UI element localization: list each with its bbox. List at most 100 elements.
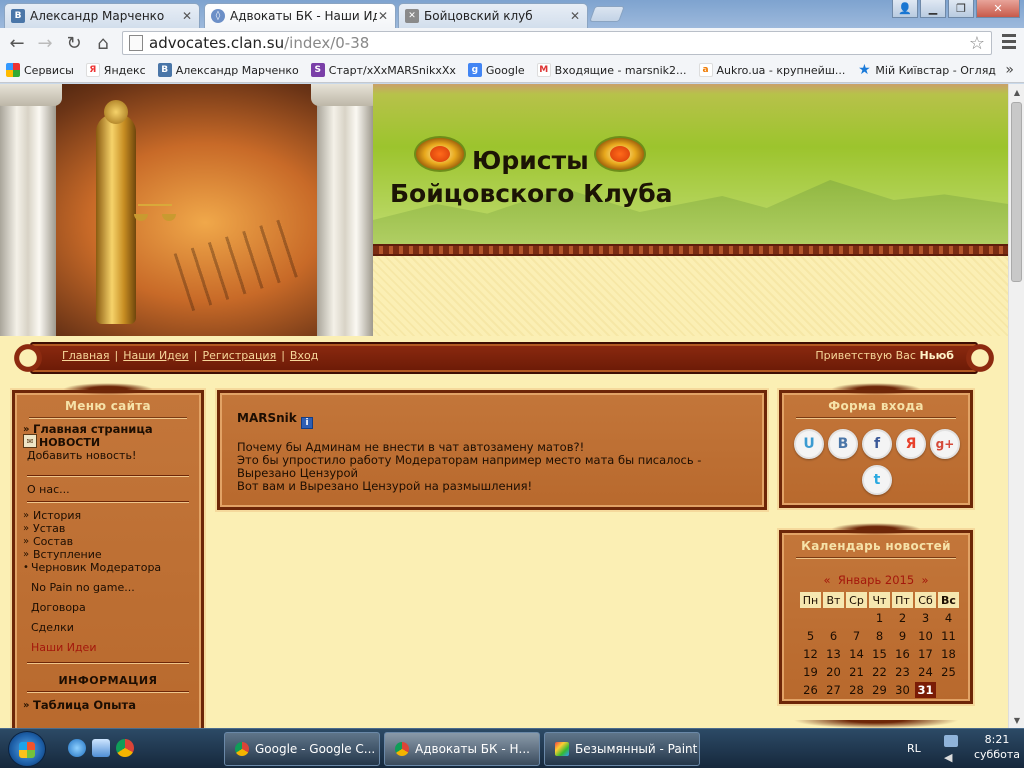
internet-explorer-icon[interactable] — [68, 739, 86, 757]
language-indicator[interactable]: RL — [907, 742, 921, 755]
bookmark-kyivstar[interactable]: ★ Мій Київстар - Огляд — [857, 62, 996, 78]
tab-advocates[interactable]: ◊ Адвокаты БК - Наши Идеи ✕ — [204, 3, 396, 28]
bookmark-star-icon[interactable]: ☆ — [969, 33, 985, 54]
bookmark-apps[interactable]: Сервисы — [6, 63, 74, 77]
post-author[interactable]: MARSnik — [237, 411, 297, 425]
user-icon[interactable]: 👤 — [892, 0, 918, 18]
more-bookmarks-button[interactable]: » — [1005, 62, 1014, 78]
taskbar-item-google[interactable]: Google - Google C... — [224, 732, 380, 766]
bookmark-vk[interactable]: В Александр Марченко — [157, 63, 299, 77]
calendar-day[interactable]: 9 — [892, 628, 913, 644]
menu-item-home[interactable]: » Главная страница — [21, 423, 195, 436]
calendar-day[interactable]: 23 — [892, 664, 913, 680]
chrome-icon[interactable] — [116, 739, 134, 757]
menu-item-contracts[interactable]: Договора — [21, 601, 195, 614]
nav-link-login[interactable]: Вход — [290, 349, 318, 362]
menu-item-moderator-draft[interactable]: • Черновик Модератора — [21, 561, 195, 574]
calendar-day[interactable]: 12 — [800, 646, 821, 662]
calendar-day[interactable]: 29 — [869, 682, 890, 698]
calendar-day[interactable]: 7 — [846, 628, 867, 644]
calendar-day[interactable]: 11 — [938, 628, 959, 644]
calendar-day[interactable]: 31 — [915, 682, 936, 698]
ucoz-login-icon[interactable]: U — [794, 429, 824, 459]
calendar-day[interactable]: 1 — [869, 610, 890, 626]
menu-item-news[interactable]: ✉ НОВОСТИ — [21, 434, 195, 449]
new-tab-button[interactable] — [589, 6, 625, 22]
menu-item-no-pain[interactable]: No Pain no game... — [21, 581, 195, 594]
scroll-up-icon[interactable]: ▲ — [1009, 84, 1024, 100]
twitter-login-icon[interactable]: t — [862, 465, 892, 495]
calendar-day[interactable]: 3 — [915, 610, 936, 626]
calendar-day[interactable]: 13 — [823, 646, 844, 662]
calendar-day[interactable]: 5 — [800, 628, 821, 644]
nav-link-ideas[interactable]: Наши Идеи — [123, 349, 188, 362]
tab-vk[interactable]: В Александр Марченко ✕ — [4, 3, 200, 28]
close-window-button[interactable]: ✕ — [976, 0, 1020, 18]
nav-link-home[interactable]: Главная — [62, 349, 110, 362]
calendar-day[interactable]: 25 — [938, 664, 959, 680]
bookmark-aukro[interactable]: a Aukro.ua - крупнейш... — [698, 63, 845, 77]
menu-item-our-ideas[interactable]: Наши Идеи — [21, 641, 195, 654]
calendar-day[interactable]: 10 — [915, 628, 936, 644]
bookmark-google[interactable]: g Google — [467, 63, 525, 77]
minimize-button[interactable]: ▁ — [920, 0, 946, 18]
home-button[interactable]: ⌂ — [92, 32, 114, 54]
explorer-icon[interactable] — [92, 739, 110, 757]
close-tab-icon[interactable]: ✕ — [377, 9, 389, 23]
taskbar-item-advocates[interactable]: Адвокаты БК - Н... — [384, 732, 540, 766]
page-scrollbar[interactable]: ▲ ▼ — [1008, 84, 1024, 728]
prev-month-button[interactable]: « — [823, 573, 830, 587]
menu-item-exp-table[interactable]: » Таблица Опыта — [21, 699, 195, 712]
start-button[interactable] — [8, 731, 46, 767]
menu-item-history[interactable]: » История — [21, 509, 195, 522]
nav-link-register[interactable]: Регистрация — [202, 349, 276, 362]
scroll-down-icon[interactable]: ▼ — [1009, 712, 1024, 728]
menu-item-add-news[interactable]: Добавить новость! — [21, 449, 195, 462]
menu-item-joining[interactable]: » Вступление — [21, 548, 195, 561]
reload-button[interactable]: ↻ — [63, 32, 85, 54]
calendar-day[interactable]: 4 — [938, 610, 959, 626]
scrollbar-thumb[interactable] — [1011, 102, 1022, 282]
calendar-day[interactable]: 16 — [892, 646, 913, 662]
menu-item-roster[interactable]: » Состав — [21, 535, 195, 548]
address-bar[interactable]: advocates.clan.su/index/0-38 ☆ — [122, 31, 992, 55]
user-info-icon[interactable]: i — [301, 417, 313, 429]
calendar-day[interactable]: 27 — [823, 682, 844, 698]
calendar-day[interactable]: 28 — [846, 682, 867, 698]
bookmark-gmail[interactable]: M Входящие - marsnik2... — [536, 63, 687, 77]
bookmark-start[interactable]: S Старт/хХхMARSnikxXx — [310, 63, 456, 77]
yandex-login-icon[interactable]: Я — [896, 429, 926, 459]
calendar-day[interactable]: 17 — [915, 646, 936, 662]
network-icon[interactable] — [944, 735, 958, 747]
calendar-day[interactable]: 18 — [938, 646, 959, 662]
calendar-day[interactable]: 24 — [915, 664, 936, 680]
calendar-day[interactable]: 14 — [846, 646, 867, 662]
bookmark-yandex[interactable]: Я Яндекс — [85, 63, 146, 77]
tab-fightclub[interactable]: ✕ Бойцовский клуб ✕ — [398, 3, 588, 28]
calendar-day[interactable]: 20 — [823, 664, 844, 680]
forward-button[interactable]: → — [34, 32, 56, 54]
menu-item-about[interactable]: О нас... — [21, 483, 195, 496]
clock[interactable]: 8:21 суббота — [974, 732, 1020, 762]
calendar-day[interactable]: 26 — [800, 682, 821, 698]
back-button[interactable]: ← — [6, 32, 28, 54]
menu-item-charter[interactable]: » Устав — [21, 522, 195, 535]
maximize-button[interactable]: ❐ — [948, 0, 974, 18]
calendar-day[interactable]: 15 — [869, 646, 890, 662]
calendar-day[interactable]: 8 — [869, 628, 890, 644]
calendar-day[interactable]: 2 — [892, 610, 913, 626]
calendar-day[interactable]: 6 — [823, 628, 844, 644]
close-tab-icon[interactable]: ✕ — [181, 9, 193, 23]
vk-login-icon[interactable]: В — [828, 429, 858, 459]
calendar-day[interactable]: 21 — [846, 664, 867, 680]
next-month-button[interactable]: » — [921, 573, 928, 587]
calendar-day[interactable]: 30 — [892, 682, 913, 698]
volume-icon[interactable]: ◀ — [944, 751, 958, 764]
menu-item-deals[interactable]: Сделки — [21, 621, 195, 634]
chrome-menu-icon[interactable] — [1002, 34, 1016, 52]
taskbar-item-paint[interactable]: Безымянный - Paint — [544, 732, 700, 766]
facebook-login-icon[interactable]: f — [862, 429, 892, 459]
google-plus-login-icon[interactable]: g+ — [930, 429, 960, 459]
close-tab-icon[interactable]: ✕ — [569, 9, 581, 23]
calendar-day[interactable]: 22 — [869, 664, 890, 680]
